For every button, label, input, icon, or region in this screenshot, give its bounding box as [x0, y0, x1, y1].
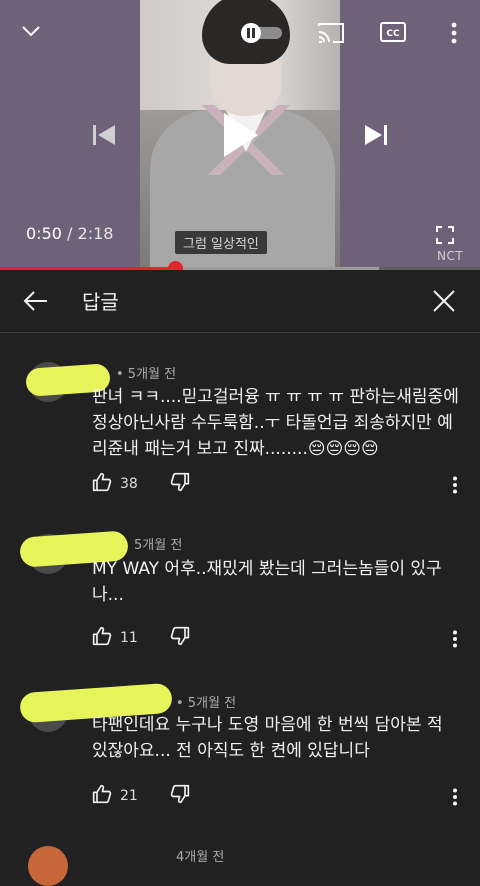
dislike-icon[interactable]: [170, 784, 190, 808]
closed-captions-icon[interactable]: CC: [380, 20, 406, 44]
comment-text: MY WAY 어후..재밌게 봤는데 그러는놈들이 있구나...: [92, 559, 442, 605]
page-title: 답글: [82, 290, 119, 314]
replies-header: 답글: [0, 270, 480, 333]
duration: / 2:18: [67, 224, 114, 243]
like-icon[interactable]: [92, 472, 112, 496]
comment-text: 판녀 ㅋㅋ....믿고걸러융 ㅠ ㅠ ㅠ ㅠ 판하는새림중에 정상아닌사람 수두…: [92, 387, 459, 459]
previous-icon[interactable]: [88, 120, 120, 150]
avatar[interactable]: [28, 846, 68, 886]
comment-more-icon[interactable]: [452, 788, 462, 810]
dislike-icon[interactable]: [170, 626, 190, 650]
close-icon[interactable]: [430, 287, 458, 315]
comment-text: 타팬인데요 누구나 도영 마음에 한 번씩 담아본 적 있잖아요... 전 아직…: [92, 715, 443, 761]
comment-time: 4개월 전: [176, 850, 225, 865]
like-icon[interactable]: [92, 626, 112, 650]
chevron-down-icon[interactable]: [18, 20, 44, 42]
cast-icon[interactable]: [316, 20, 346, 46]
video-subtitle: 그럼 일상적인: [175, 231, 267, 254]
comment-time: • 5개월 전: [176, 696, 237, 711]
dislike-icon[interactable]: [170, 472, 190, 496]
like-icon[interactable]: [92, 784, 112, 808]
svg-text:CC: CC: [386, 29, 400, 39]
comment-more-icon[interactable]: [452, 630, 462, 652]
channel-watermark: NCT: [437, 249, 464, 263]
video-player[interactable]: 그럼 일상적인 CC 0:50 / 2:18 NCT: [0, 0, 480, 268]
like-count: 21: [120, 788, 138, 804]
like-count: 11: [120, 630, 138, 646]
current-time: 0:50: [26, 224, 62, 243]
comment-time: 5개월 전: [134, 538, 183, 553]
pause-toggle-icon[interactable]: [236, 22, 286, 44]
playback-time: 0:50 / 2:18: [26, 224, 113, 243]
fullscreen-icon[interactable]: [434, 224, 456, 246]
comment-more-icon[interactable]: [452, 476, 462, 498]
arrow-left-icon[interactable]: [22, 287, 50, 315]
play-icon[interactable]: [216, 108, 264, 162]
like-count: 38: [120, 476, 138, 492]
more-vert-icon[interactable]: [444, 20, 464, 46]
comment-time: • 5개월 전: [116, 367, 177, 382]
next-icon[interactable]: [360, 120, 392, 150]
